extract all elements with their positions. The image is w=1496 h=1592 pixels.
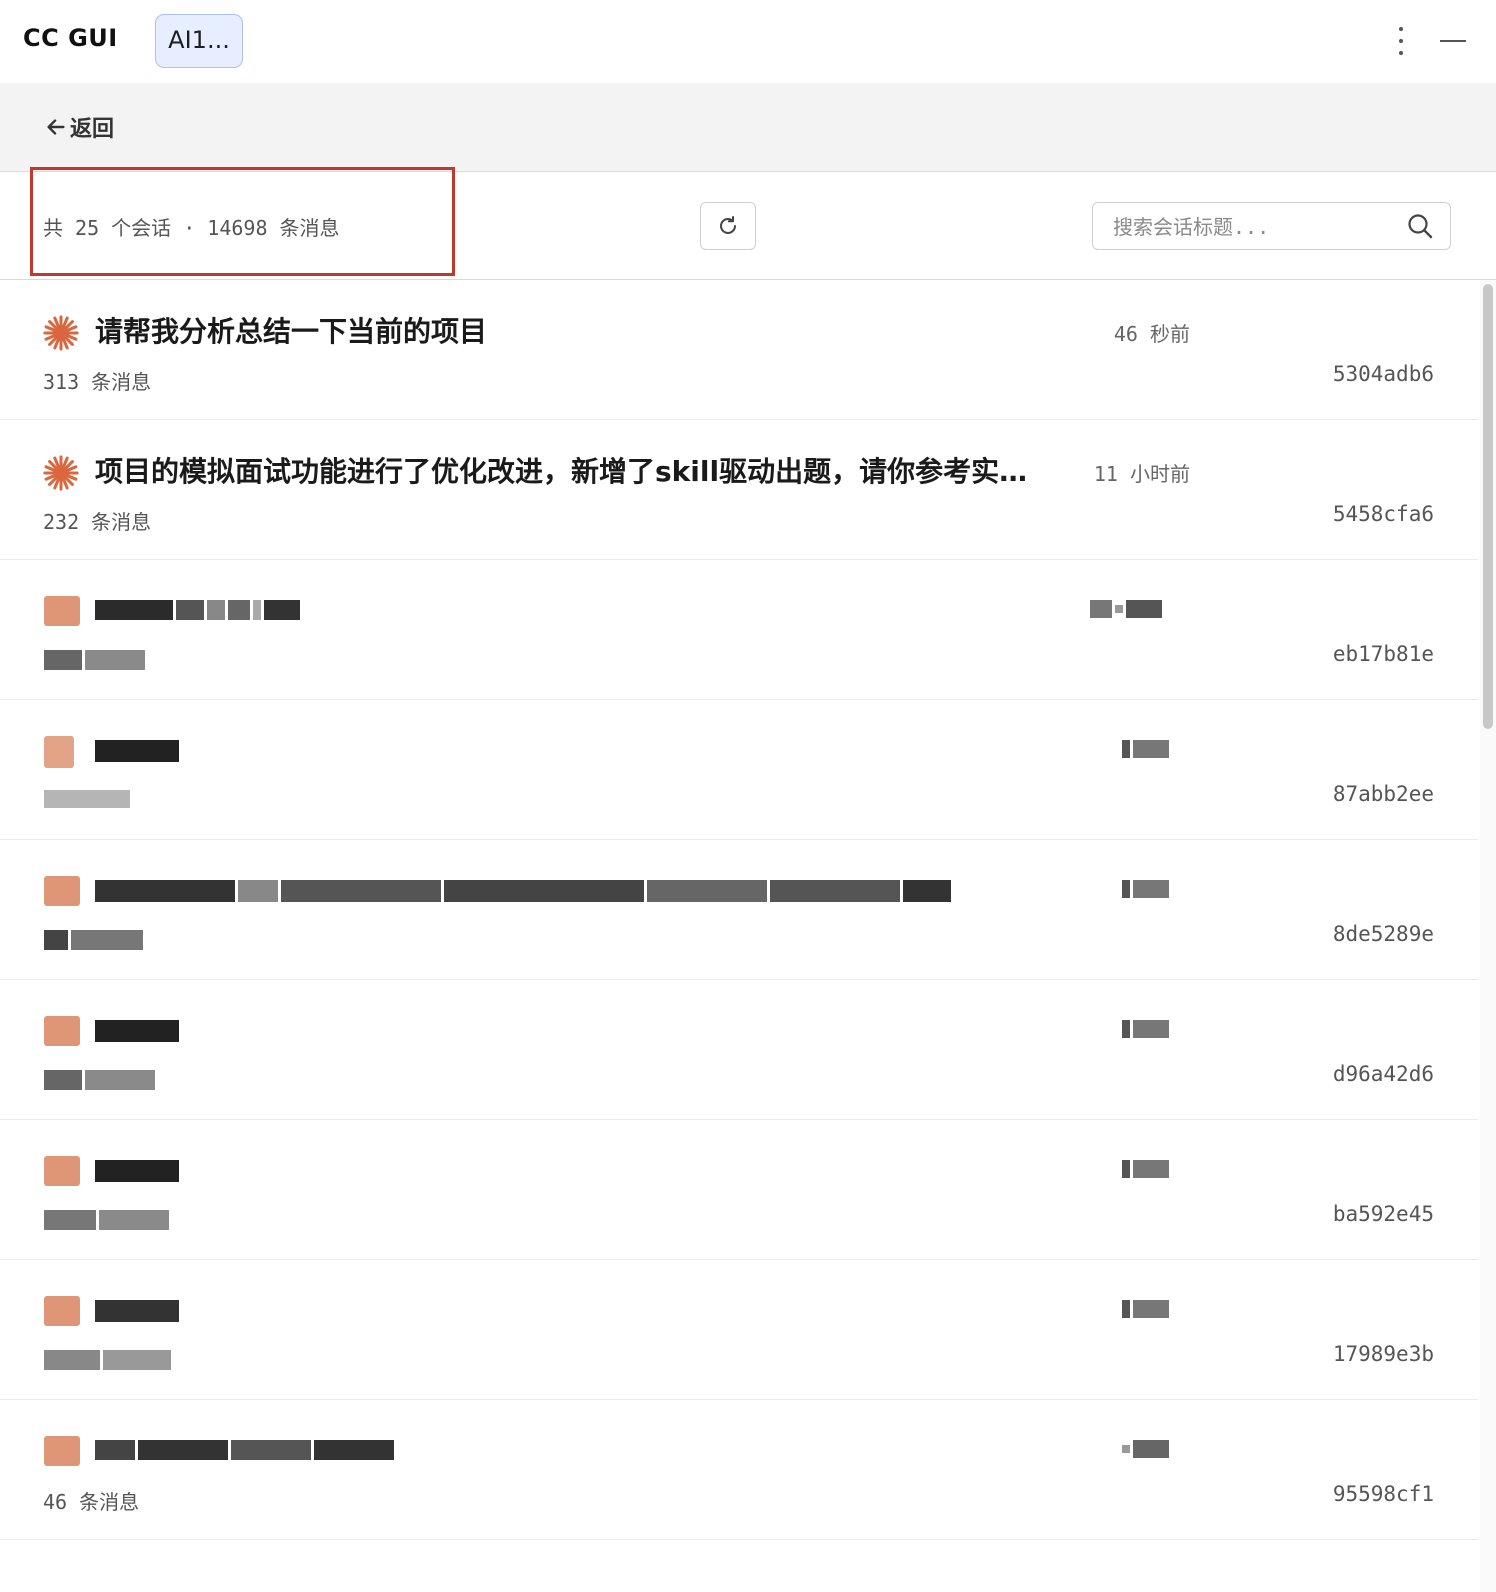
session-id: 17989e3b xyxy=(1332,1342,1434,1366)
claude-logo-icon xyxy=(43,455,79,491)
session-row[interactable]: 项目的模拟面试功能进行了优化改进，新增了skill驱动出题，请你参考实现方案并实… xyxy=(0,420,1478,560)
session-title-redacted xyxy=(95,1020,179,1042)
session-row[interactable]: d96a42d6 xyxy=(0,980,1478,1120)
session-id: 5458cfa6 xyxy=(1332,502,1434,526)
back-button[interactable]: 返回 xyxy=(45,111,114,143)
search-field[interactable] xyxy=(1092,202,1451,250)
session-id: 8de5289e xyxy=(1332,922,1434,946)
claude-logo-icon xyxy=(44,596,80,626)
session-time-redacted xyxy=(1122,1020,1169,1038)
search-icon[interactable] xyxy=(1406,212,1434,240)
scrollbar-thumb[interactable] xyxy=(1483,284,1493,729)
refresh-icon xyxy=(720,216,736,234)
session-id: 87abb2ee xyxy=(1332,782,1434,806)
session-row[interactable]: 8de5289e xyxy=(0,840,1478,980)
app-title: CC GUI xyxy=(23,24,118,52)
session-time: 46 秒前 xyxy=(1113,322,1190,346)
session-message-count-redacted xyxy=(44,1350,171,1370)
back-bar: 返回 xyxy=(0,83,1496,172)
claude-logo-icon xyxy=(43,315,79,351)
session-row[interactable]: 17989e3b xyxy=(0,1260,1478,1400)
scrollbar[interactable] xyxy=(1480,280,1496,1592)
session-message-count: 46 条消息 xyxy=(43,1490,140,1514)
session-message-count: 313 条消息 xyxy=(43,370,152,394)
session-row[interactable]: 87abb2ee xyxy=(0,700,1478,840)
session-time-redacted xyxy=(1122,740,1169,758)
session-time: 11 小时前 xyxy=(1093,462,1190,486)
arrow-left-icon xyxy=(47,119,65,135)
session-time-redacted xyxy=(1122,1440,1169,1458)
title-bar: CC GUI AI1... xyxy=(0,0,1496,83)
claude-logo-icon xyxy=(44,1296,80,1326)
session-id: ba592e45 xyxy=(1332,1202,1434,1226)
session-title-redacted xyxy=(95,1300,179,1322)
minimize-icon[interactable] xyxy=(1440,40,1466,42)
session-message-count-redacted xyxy=(44,650,145,670)
more-menu-icon[interactable] xyxy=(1394,24,1408,58)
session-title: 项目的模拟面试功能进行了优化改进，新增了skill驱动出题，请你参考实现方案并实… xyxy=(95,455,1035,488)
session-time-redacted xyxy=(1122,1300,1169,1318)
session-time-redacted xyxy=(1090,600,1162,618)
session-toolbar: 共 25 个会话 · 14698 条消息 xyxy=(0,167,1496,280)
session-title-redacted xyxy=(95,740,179,762)
session-message-count-redacted xyxy=(44,790,130,808)
back-label: 返回 xyxy=(70,117,115,142)
session-time-redacted xyxy=(1122,1160,1169,1178)
claude-logo-icon xyxy=(44,1016,80,1046)
session-title: 请帮我分析总结一下当前的项目 xyxy=(95,315,488,348)
claude-logo-icon xyxy=(44,736,74,768)
session-message-count-redacted xyxy=(44,1210,169,1230)
session-title-redacted xyxy=(95,1160,179,1182)
session-row[interactable]: 请帮我分析总结一下当前的项目 46 秒前 313 条消息 5304adb6 xyxy=(0,280,1478,420)
refresh-button[interactable] xyxy=(700,202,756,250)
session-message-count: 232 条消息 xyxy=(43,510,152,534)
session-list: 请帮我分析总结一下当前的项目 46 秒前 313 条消息 5304adb6 项目… xyxy=(0,280,1478,1592)
claude-logo-icon xyxy=(44,1156,80,1186)
tab-active[interactable]: AI1... xyxy=(155,14,243,68)
session-title-redacted xyxy=(95,880,951,902)
session-time-redacted xyxy=(1122,880,1169,898)
session-id: d96a42d6 xyxy=(1332,1062,1434,1086)
claude-logo-icon xyxy=(44,876,80,906)
highlight-annotation xyxy=(30,167,455,276)
session-message-count-redacted xyxy=(44,1070,155,1090)
session-row[interactable]: 46 条消息 95598cf1 xyxy=(0,1400,1478,1540)
session-row[interactable]: eb17b81e xyxy=(0,560,1478,700)
session-title-redacted xyxy=(95,1440,394,1460)
claude-logo-icon xyxy=(44,1436,80,1466)
session-title-redacted xyxy=(95,600,300,620)
session-id: eb17b81e xyxy=(1332,642,1434,666)
session-message-count-redacted xyxy=(44,930,143,950)
session-row[interactable]: ba592e45 xyxy=(0,1120,1478,1260)
session-id: 95598cf1 xyxy=(1332,1482,1434,1506)
search-input[interactable] xyxy=(1113,213,1383,241)
session-id: 5304adb6 xyxy=(1332,362,1434,386)
